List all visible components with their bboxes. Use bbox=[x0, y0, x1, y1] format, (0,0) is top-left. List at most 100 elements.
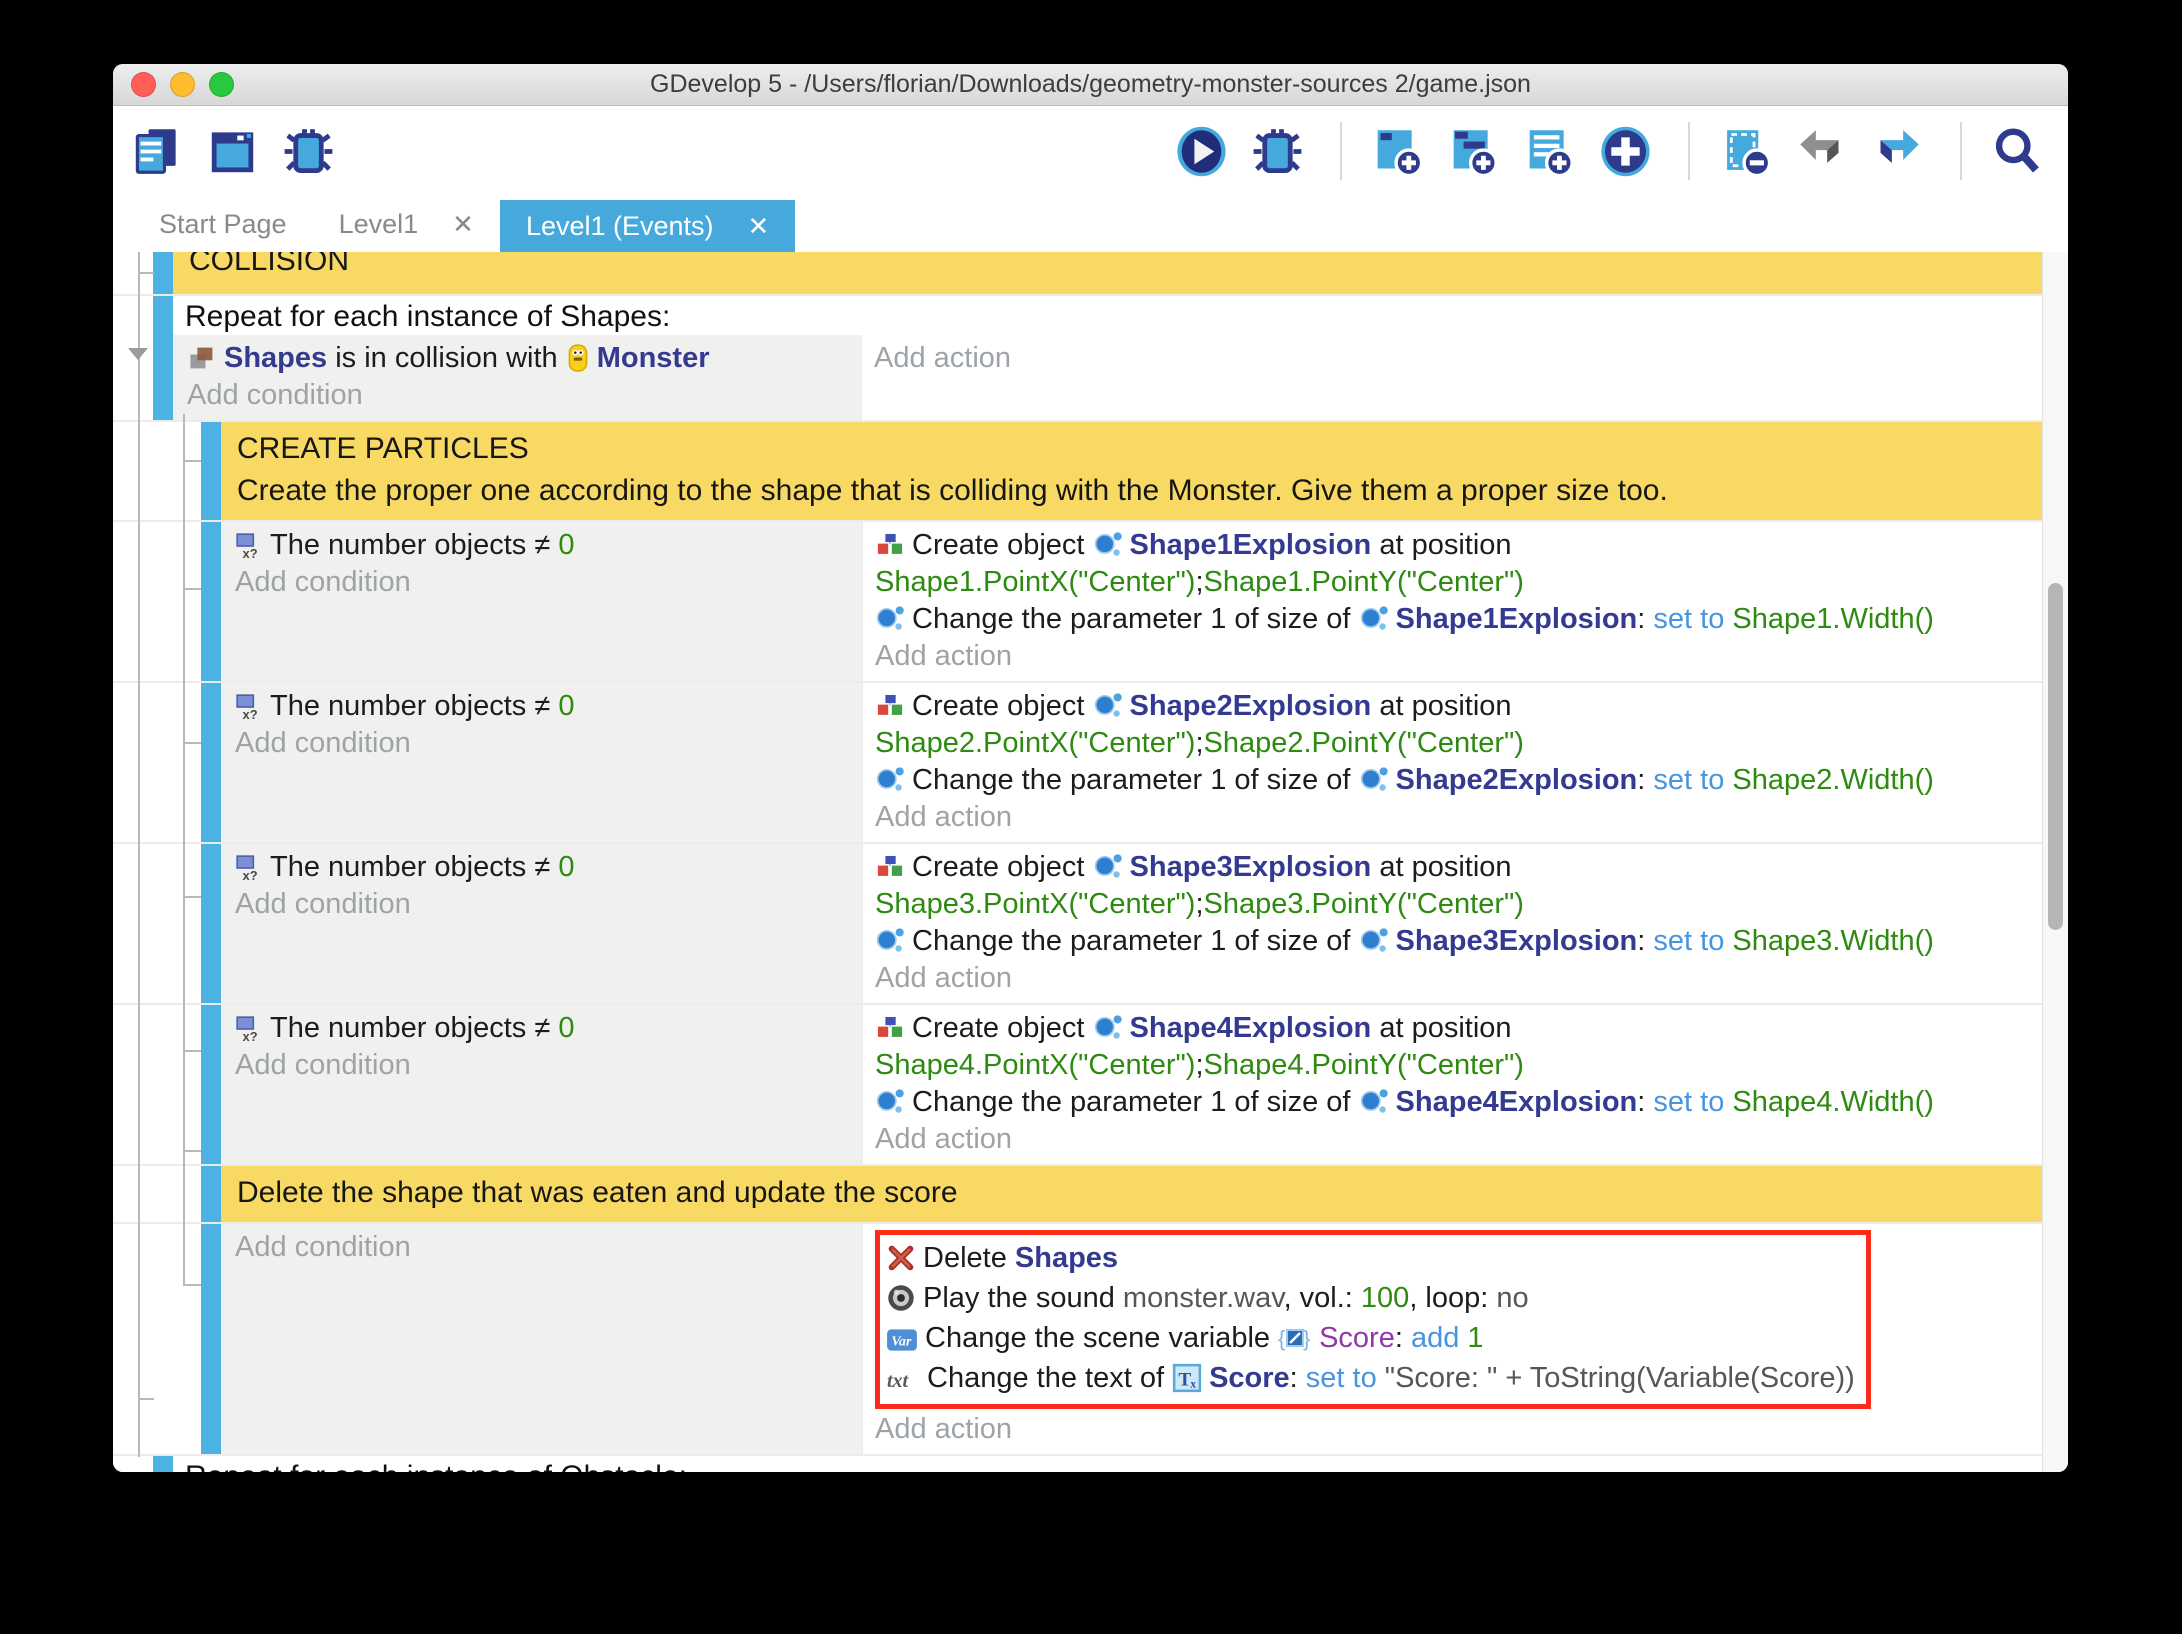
instruction-text: Shape3.Width() bbox=[1732, 925, 1934, 957]
action-instruction[interactable]: Change the parameter 1 of size of Shape4… bbox=[875, 1084, 2016, 1121]
action-instruction[interactable]: Play the sound monster.wav, vol.: 100, l… bbox=[886, 1278, 1856, 1318]
tree-guide bbox=[183, 1284, 201, 1286]
add-comment-button[interactable] bbox=[1522, 120, 1584, 182]
add-condition-link[interactable]: Add condition bbox=[235, 886, 847, 923]
conditions-column[interactable]: x?The number objects ≠ 0Add condition bbox=[221, 522, 861, 681]
event-drag-bar[interactable] bbox=[201, 1005, 221, 1164]
event-drag-bar[interactable] bbox=[201, 844, 221, 1003]
instruction-text: Shapes bbox=[1015, 1242, 1118, 1274]
close-icon[interactable]: ✕ bbox=[452, 209, 474, 240]
instruction-text: Change the parameter 1 of size of bbox=[912, 764, 1359, 796]
close-icon[interactable]: ✕ bbox=[748, 211, 770, 242]
event-row[interactable]: Repeat for each instance of Shapes:Shape… bbox=[113, 296, 2042, 422]
action-instruction[interactable]: txtChange the text of TxScore: set to "S… bbox=[886, 1358, 1856, 1398]
event-drag-bar[interactable] bbox=[201, 683, 221, 842]
title-bar[interactable]: GDevelop 5 - /Users/florian/Downloads/ge… bbox=[113, 64, 2068, 106]
search-button[interactable] bbox=[1990, 120, 2052, 182]
event-body: x?The number objects ≠ 0Add conditionCre… bbox=[221, 522, 2042, 681]
window-button[interactable] bbox=[205, 120, 267, 182]
condition-instruction[interactable]: x?The number objects ≠ 0 bbox=[235, 849, 847, 886]
event-drag-bar[interactable] bbox=[201, 1166, 221, 1222]
condition-instruction[interactable]: x?The number objects ≠ 0 bbox=[235, 1010, 847, 1047]
action-instruction[interactable]: Change the parameter 1 of size of Shape2… bbox=[875, 762, 2016, 799]
comment-row[interactable]: COLLISION bbox=[113, 252, 2042, 296]
add-condition-link[interactable]: Add condition bbox=[235, 564, 847, 601]
condition-instruction[interactable]: Shapes is in collision with Monster bbox=[187, 340, 846, 377]
event-drag-bar[interactable] bbox=[201, 1224, 221, 1454]
condition-instruction[interactable]: x?The number objects ≠ 0 bbox=[235, 688, 847, 725]
add-action-link[interactable]: Add action bbox=[875, 1411, 2016, 1448]
add-action-link[interactable]: Add action bbox=[875, 1121, 2016, 1158]
undo-button[interactable] bbox=[1794, 120, 1856, 182]
conditions-column[interactable]: x?The number objects ≠ 0Add condition bbox=[221, 1005, 861, 1164]
event-row[interactable]: x?The number objects ≠ 0Add conditionCre… bbox=[113, 844, 2042, 1005]
event-row[interactable]: x?The number objects ≠ 0Add conditionCre… bbox=[113, 683, 2042, 844]
comment-body[interactable]: COLLISION bbox=[173, 252, 2042, 294]
instruction-text: Delete bbox=[923, 1242, 1015, 1274]
event-body: Repeat for each instance of Shapes:Shape… bbox=[173, 296, 2042, 420]
comment-row[interactable]: CREATE PARTICLESCreate the proper one ac… bbox=[113, 422, 2042, 522]
conditions-column[interactable]: Add condition bbox=[221, 1224, 861, 1454]
count-icon: x? bbox=[235, 1015, 263, 1043]
comment-body[interactable]: Delete the shape that was eaten and upda… bbox=[221, 1166, 2042, 1222]
add-circle-button[interactable] bbox=[1598, 120, 1660, 182]
add-condition-link[interactable]: Add condition bbox=[235, 725, 847, 762]
conditions-column[interactable]: x?The number objects ≠ 0Add condition bbox=[221, 683, 861, 842]
indent-spacer bbox=[113, 1166, 201, 1222]
event-row[interactable]: Add conditionDelete ShapesPlay the sound… bbox=[113, 1224, 2042, 1456]
instruction-text: at position bbox=[1371, 690, 1511, 722]
toolbar-separator bbox=[1688, 122, 1690, 180]
condition-instruction[interactable]: x?The number objects ≠ 0 bbox=[235, 527, 847, 564]
scrollbar-thumb[interactable] bbox=[2048, 583, 2063, 930]
add-condition-link[interactable]: Add condition bbox=[235, 1229, 847, 1266]
action-instruction[interactable]: Delete Shapes bbox=[886, 1238, 1856, 1278]
highlighted-actions-box: Delete ShapesPlay the sound monster.wav,… bbox=[875, 1230, 1871, 1409]
actions-column[interactable]: Create object Shape1Explosion at positio… bbox=[861, 522, 2042, 681]
add-action-link[interactable]: Add action bbox=[874, 340, 2016, 377]
repeat-event-title[interactable]: Repeat for each instance of Shapes: bbox=[173, 296, 2042, 335]
event-drag-bar[interactable] bbox=[201, 422, 221, 520]
action-instruction[interactable]: Create object Shape1Explosion at positio… bbox=[875, 527, 2016, 601]
comment-body[interactable]: CREATE PARTICLESCreate the proper one ac… bbox=[221, 422, 2042, 520]
actions-column[interactable]: Create object Shape4Explosion at positio… bbox=[861, 1005, 2042, 1164]
add-subevent-button[interactable] bbox=[1446, 120, 1508, 182]
add-condition-link[interactable]: Add condition bbox=[187, 377, 846, 414]
repeat-event-title[interactable]: Repeat for each instance of Obstacle: bbox=[173, 1456, 2042, 1472]
action-instruction[interactable]: Change the parameter 1 of size of Shape1… bbox=[875, 601, 2016, 638]
action-instruction[interactable]: VarChange the scene variable {}Score: ad… bbox=[886, 1318, 1856, 1358]
remove-instruction-button[interactable] bbox=[1718, 120, 1780, 182]
event-row[interactable]: x?The number objects ≠ 0Add conditionCre… bbox=[113, 522, 2042, 683]
tab-level1[interactable]: Level1✕ bbox=[313, 196, 500, 252]
tab-level1-events[interactable]: Level1 (Events)✕ bbox=[500, 200, 795, 252]
add-action-link[interactable]: Add action bbox=[875, 799, 2016, 836]
debug-button[interactable] bbox=[281, 120, 343, 182]
actions-column[interactable]: Create object Shape3Explosion at positio… bbox=[861, 844, 2042, 1003]
collapse-triangle[interactable] bbox=[128, 348, 148, 360]
action-instruction[interactable]: Change the parameter 1 of size of Shape3… bbox=[875, 923, 2016, 960]
conditions-column[interactable]: x?The number objects ≠ 0Add condition bbox=[221, 844, 861, 1003]
debug-button[interactable] bbox=[1250, 120, 1312, 182]
event-drag-bar[interactable] bbox=[153, 296, 173, 420]
add-action-link[interactable]: Add action bbox=[875, 638, 2016, 675]
pages-button[interactable] bbox=[129, 120, 191, 182]
play-button[interactable] bbox=[1174, 120, 1236, 182]
add-action-link[interactable]: Add action bbox=[875, 960, 2016, 997]
tab-start-page[interactable]: Start Page bbox=[133, 196, 313, 252]
actions-column[interactable]: Add action bbox=[860, 335, 2042, 420]
actions-column[interactable]: Delete ShapesPlay the sound monster.wav,… bbox=[861, 1224, 2042, 1454]
comment-row[interactable]: Delete the shape that was eaten and upda… bbox=[113, 1166, 2042, 1224]
scrollbar-track[interactable] bbox=[2042, 252, 2068, 1472]
event-drag-bar[interactable] bbox=[153, 1456, 173, 1472]
redo-button[interactable] bbox=[1870, 120, 1932, 182]
action-instruction[interactable]: Create object Shape2Explosion at positio… bbox=[875, 688, 2016, 762]
add-event-button[interactable] bbox=[1370, 120, 1432, 182]
conditions-column[interactable]: Shapes is in collision with MonsterAdd c… bbox=[173, 335, 860, 420]
event-drag-bar[interactable] bbox=[153, 252, 173, 294]
actions-column[interactable]: Create object Shape2Explosion at positio… bbox=[861, 683, 2042, 842]
event-drag-bar[interactable] bbox=[201, 522, 221, 681]
event-row[interactable]: x?The number objects ≠ 0Add conditionCre… bbox=[113, 1005, 2042, 1166]
add-condition-link[interactable]: Add condition bbox=[235, 1047, 847, 1084]
event-row[interactable]: Repeat for each instance of Obstacle:Obs… bbox=[113, 1456, 2042, 1472]
action-instruction[interactable]: Create object Shape4Explosion at positio… bbox=[875, 1010, 2016, 1084]
action-instruction[interactable]: Create object Shape3Explosion at positio… bbox=[875, 849, 2016, 923]
